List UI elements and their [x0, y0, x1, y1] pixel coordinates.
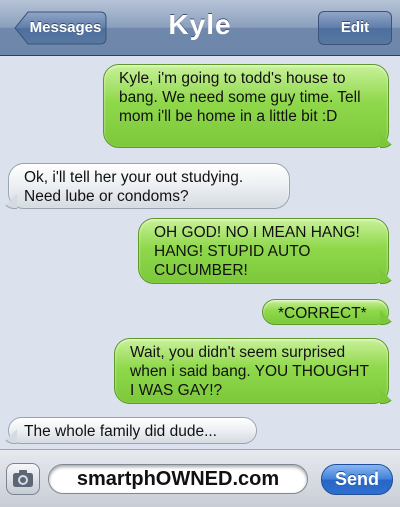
message-thread[interactable]: Kyle, i'm going to todd's house to bang.… [0, 56, 400, 449]
edit-button[interactable]: Edit [318, 11, 392, 45]
message-input[interactable]: smartphOWNED.com [48, 464, 308, 494]
camera-icon [13, 470, 33, 487]
send-button[interactable]: Send [321, 464, 393, 495]
outgoing-message: OH GOD! NO I MEAN HANG! HANG! STUPID AUT… [138, 218, 389, 284]
outgoing-message: Wait, you didn't seem surprised when i s… [114, 338, 389, 404]
outgoing-message: Kyle, i'm going to todd's house to bang.… [103, 64, 389, 148]
outgoing-message: *CORRECT* [262, 299, 389, 325]
camera-button[interactable] [6, 463, 40, 495]
incoming-message: Ok, i'll tell her your out studying. Nee… [8, 163, 290, 209]
navigation-bar: Messages Kyle Edit [0, 0, 400, 56]
incoming-message: The whole family did dude... [8, 417, 257, 444]
message-composer: smartphOWNED.com Send [0, 449, 400, 507]
